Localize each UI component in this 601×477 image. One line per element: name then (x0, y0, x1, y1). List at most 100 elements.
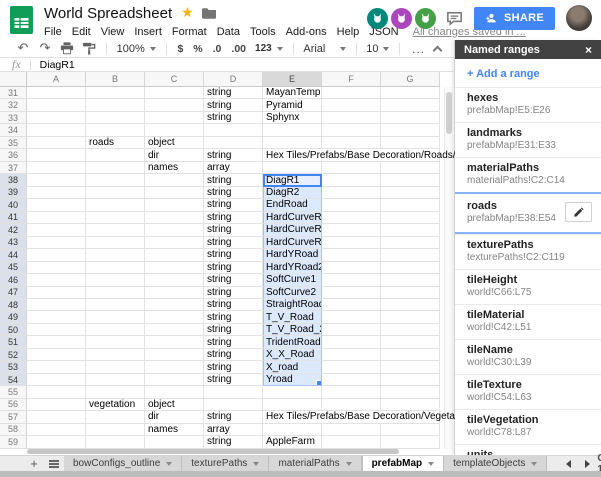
selection-count-badge[interactable]: Count: 17 (597, 456, 601, 471)
cell-G33[interactable] (381, 112, 440, 124)
cell-F46[interactable] (322, 274, 381, 286)
cell-G32[interactable] (381, 99, 440, 111)
add-range-link[interactable]: + Add a range (455, 59, 601, 87)
cell-A56[interactable] (27, 399, 86, 411)
zoom-select[interactable]: 100% (113, 43, 160, 55)
cell-A39[interactable] (27, 187, 86, 199)
cell-D47[interactable]: string (204, 287, 263, 299)
cell-G42[interactable] (381, 224, 440, 236)
row-header-43[interactable]: 43 (0, 237, 27, 249)
sheet-tab-materialPaths[interactable]: materialPaths (269, 456, 361, 471)
cell-G38[interactable] (381, 174, 440, 186)
vertical-scrollbar[interactable] (444, 87, 453, 449)
named-range-tileMaterial[interactable]: tileMaterialworld!C42:L51 (455, 304, 601, 339)
cell-F34[interactable] (322, 124, 381, 136)
cell-F50[interactable] (322, 324, 381, 336)
cell-B59[interactable] (86, 436, 145, 448)
cell-A40[interactable] (27, 199, 86, 211)
row-header-31[interactable]: 31 (0, 87, 27, 99)
cell-A44[interactable] (27, 249, 86, 261)
cell-C38[interactable] (145, 174, 204, 186)
cell-F48[interactable] (322, 299, 381, 311)
font-size-select[interactable]: 10 (362, 43, 393, 55)
share-button[interactable]: SHARE (474, 7, 555, 30)
cell-C40[interactable] (145, 199, 204, 211)
cell-F32[interactable] (322, 99, 381, 111)
cell-D54[interactable]: string (204, 374, 263, 386)
row-header-49[interactable]: 49 (0, 311, 27, 323)
cell-C44[interactable] (145, 249, 204, 261)
cell-E46[interactable]: SoftCurve1 (263, 274, 322, 286)
cell-E55[interactable] (263, 386, 322, 398)
cell-C46[interactable] (145, 274, 204, 286)
cell-F45[interactable] (322, 262, 381, 274)
cell-A45[interactable] (27, 262, 86, 274)
cell-B44[interactable] (86, 249, 145, 261)
cell-A35[interactable] (27, 137, 86, 149)
cell-G40[interactable] (381, 199, 440, 211)
named-range-tileName[interactable]: tileNameworld!C30:L39 (455, 339, 601, 374)
cell-G48[interactable] (381, 299, 440, 311)
row-header-56[interactable]: 56 (0, 399, 27, 411)
cell-C52[interactable] (145, 349, 204, 361)
row-header-32[interactable]: 32 (0, 99, 27, 111)
row-header-33[interactable]: 33 (0, 112, 27, 124)
cell-D48[interactable]: string (204, 299, 263, 311)
currency-format-button[interactable]: $ (172, 43, 188, 55)
cell-C37[interactable]: names (145, 162, 204, 174)
cell-A58[interactable] (27, 424, 86, 436)
cell-A49[interactable] (27, 311, 86, 323)
cell-C41[interactable] (145, 212, 204, 224)
row-header-35[interactable]: 35 (0, 137, 27, 149)
cell-D42[interactable]: string (204, 224, 263, 236)
cell-F56[interactable] (322, 399, 381, 411)
menu-insert[interactable]: Insert (134, 26, 162, 38)
cell-D55[interactable] (204, 386, 263, 398)
cell-G49[interactable] (381, 311, 440, 323)
cell-E48[interactable]: StraightRoad (263, 299, 322, 311)
cell-F40[interactable] (322, 199, 381, 211)
cell-G46[interactable] (381, 274, 440, 286)
cell-A32[interactable] (27, 99, 86, 111)
menu-view[interactable]: View (101, 26, 125, 38)
cell-G51[interactable] (381, 336, 440, 348)
cell-B53[interactable] (86, 361, 145, 373)
undo-button[interactable]: ↶ (12, 41, 34, 57)
cell-B39[interactable] (86, 187, 145, 199)
cell-F58[interactable] (322, 424, 381, 436)
scroll-tabs-right-button[interactable] (585, 460, 590, 468)
cell-G39[interactable] (381, 187, 440, 199)
cell-B31[interactable] (86, 87, 145, 99)
column-header-F[interactable]: F (322, 72, 381, 87)
star-icon[interactable]: ★ (181, 5, 194, 21)
cell-B38[interactable] (86, 174, 145, 186)
cell-C45[interactable] (145, 262, 204, 274)
cell-B50[interactable] (86, 324, 145, 336)
cell-F37[interactable] (322, 162, 381, 174)
cell-B43[interactable] (86, 237, 145, 249)
redo-button[interactable]: ↷ (34, 41, 56, 57)
named-range-tileHeight[interactable]: tileHeightworld!C66:L75 (455, 269, 601, 304)
menu-add-ons[interactable]: Add-ons (286, 26, 327, 38)
cell-B48[interactable] (86, 299, 145, 311)
cell-F35[interactable] (322, 137, 381, 149)
row-header-44[interactable]: 44 (0, 249, 27, 261)
cell-E31[interactable]: MayanTemple (263, 87, 322, 99)
cell-B49[interactable] (86, 311, 145, 323)
cell-F33[interactable] (322, 112, 381, 124)
cell-E54[interactable]: Yroad (263, 374, 322, 386)
cell-A36[interactable] (27, 149, 86, 161)
cell-D44[interactable]: string (204, 249, 263, 261)
profile-avatar[interactable] (566, 5, 592, 31)
horizontal-scrollbar-thumb[interactable] (27, 449, 399, 454)
cell-A53[interactable] (27, 361, 86, 373)
cell-D46[interactable]: string (204, 274, 263, 286)
cell-A52[interactable] (27, 349, 86, 361)
cell-C57[interactable]: dir (145, 411, 204, 423)
cell-G37[interactable] (381, 162, 440, 174)
cell-B35[interactable]: roads (86, 137, 145, 149)
cell-G56[interactable] (381, 399, 440, 411)
close-icon[interactable]: × (585, 44, 592, 56)
cell-B37[interactable] (86, 162, 145, 174)
cell-F47[interactable] (322, 287, 381, 299)
